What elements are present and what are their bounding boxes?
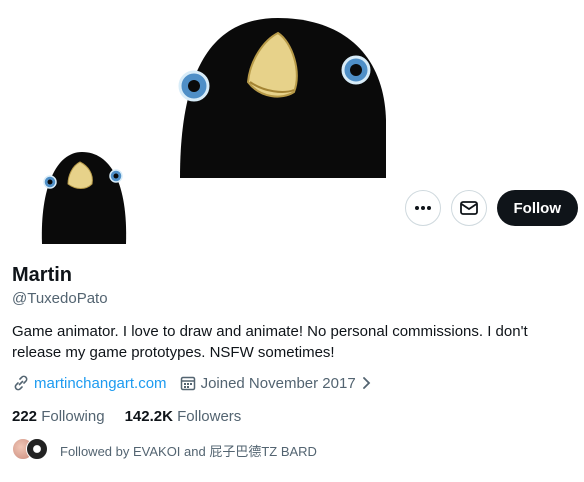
more-icon [414, 206, 431, 210]
avatar[interactable] [38, 148, 130, 244]
profile-actions: Follow [404, 190, 578, 226]
display-name: Martin [12, 264, 72, 286]
follower-avatar [26, 438, 48, 460]
following-label: Following [41, 408, 105, 425]
followers-link[interactable]: 142.2K Followers [125, 408, 242, 425]
chevron-right-icon [362, 377, 370, 389]
handle: @TuxedoPato [12, 290, 108, 307]
follower-avatars [12, 438, 52, 462]
followed-by[interactable]: Followed by EVAKOI and 屁子巴德TZ BARD [12, 438, 317, 462]
joined-date: Joined November 2017 [200, 374, 356, 392]
website-link[interactable]: martinchangart.com [34, 375, 167, 392]
calendar-icon [180, 376, 195, 391]
following-count: 222 [12, 408, 38, 425]
envelope-icon [459, 201, 478, 215]
joined-item[interactable]: Joined November 2017 [179, 374, 378, 392]
bio: Game animator. I love to draw and animat… [12, 323, 528, 361]
website-item: martinchangart.com [12, 374, 167, 392]
profile-meta: martinchangart.com Joined November 2017 [12, 374, 390, 392]
banner-penguin-image [178, 18, 386, 178]
followed-by-text: Followed by EVAKOI and 屁子巴德TZ BARD [60, 443, 317, 459]
followers-count: 142.2K [124, 408, 173, 425]
profile-stats: 222 Following 142.2K Followers [12, 408, 261, 425]
followers-label: Followers [177, 408, 242, 425]
message-button[interactable] [450, 190, 487, 226]
follow-button[interactable]: Follow [496, 190, 578, 226]
link-icon [14, 375, 28, 391]
following-link[interactable]: 222 Following [12, 408, 105, 425]
more-button[interactable] [404, 190, 441, 226]
